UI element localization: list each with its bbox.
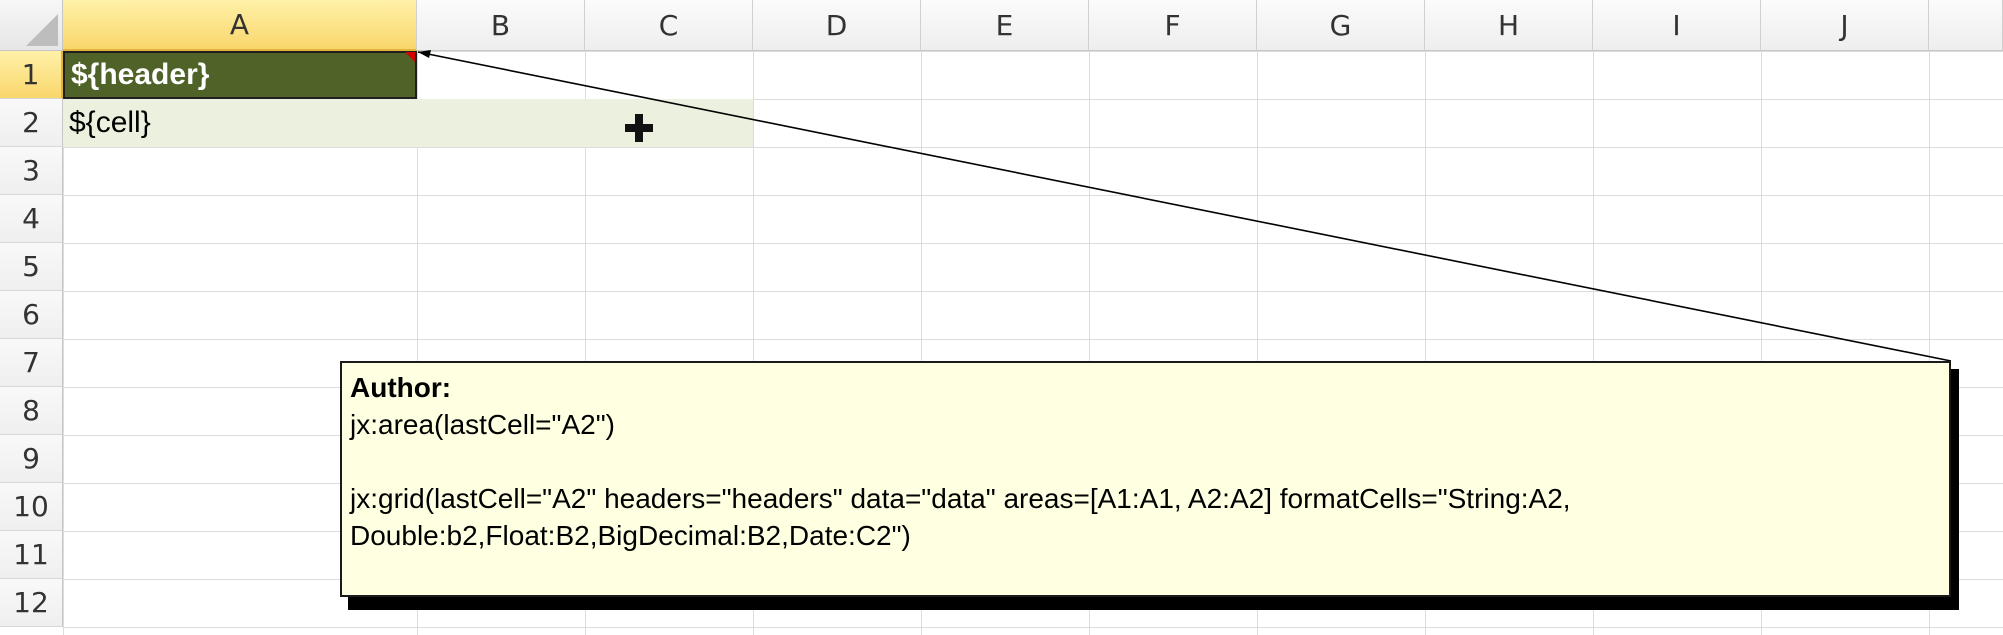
cell-plus-cursor-icon bbox=[625, 114, 653, 142]
column-header-c[interactable]: C bbox=[585, 0, 753, 51]
column-header-f[interactable]: F bbox=[1089, 0, 1257, 51]
column-header-d[interactable]: D bbox=[753, 0, 921, 51]
cell-a1-selected[interactable]: ${header} bbox=[63, 51, 417, 99]
spreadsheet-sheet: A B C D E F G H I J 1 2 3 4 5 6 7 8 9 10… bbox=[0, 0, 2003, 635]
row-header-10[interactable]: 10 bbox=[0, 483, 63, 531]
comment-blank-line bbox=[350, 443, 1941, 480]
column-header-a[interactable]: A bbox=[63, 0, 417, 51]
column-header-partial[interactable] bbox=[1929, 0, 2003, 51]
cell-comment-box[interactable]: Author: jx:area(lastCell="A2") jx:grid(l… bbox=[340, 361, 1951, 597]
column-header-b[interactable]: B bbox=[417, 0, 585, 51]
row-header-5[interactable]: 5 bbox=[0, 243, 63, 291]
comment-author: Author: bbox=[350, 372, 452, 403]
row-header-9[interactable]: 9 bbox=[0, 435, 63, 483]
comment-indicator-icon[interactable] bbox=[405, 52, 415, 62]
row-header-12[interactable]: 12 bbox=[0, 579, 63, 627]
column-header-h[interactable]: H bbox=[1425, 0, 1593, 51]
select-all-corner[interactable] bbox=[0, 0, 63, 51]
column-header-e[interactable]: E bbox=[921, 0, 1089, 51]
column-header-i[interactable]: I bbox=[1593, 0, 1761, 51]
row-header-2[interactable]: 2 bbox=[0, 99, 63, 147]
row-header-3[interactable]: 3 bbox=[0, 147, 63, 195]
comment-line-area: jx:area(lastCell="A2") bbox=[350, 409, 615, 440]
row-header-7[interactable]: 7 bbox=[0, 339, 63, 387]
column-header-g[interactable]: G bbox=[1257, 0, 1425, 51]
row-header-4[interactable]: 4 bbox=[0, 195, 63, 243]
column-header-j[interactable]: J bbox=[1761, 0, 1929, 51]
comment-line-format-cells: Double:b2,Float:B2,BigDecimal:B2,Date:C2… bbox=[350, 520, 911, 551]
row-header-8[interactable]: 8 bbox=[0, 387, 63, 435]
select-all-triangle-icon bbox=[26, 14, 58, 46]
row-header-1[interactable]: 1 bbox=[0, 51, 63, 99]
row-header-6[interactable]: 6 bbox=[0, 291, 63, 339]
row-header-11[interactable]: 11 bbox=[0, 531, 63, 579]
comment-line-grid: jx:grid(lastCell="A2" headers="headers" … bbox=[350, 483, 1571, 514]
